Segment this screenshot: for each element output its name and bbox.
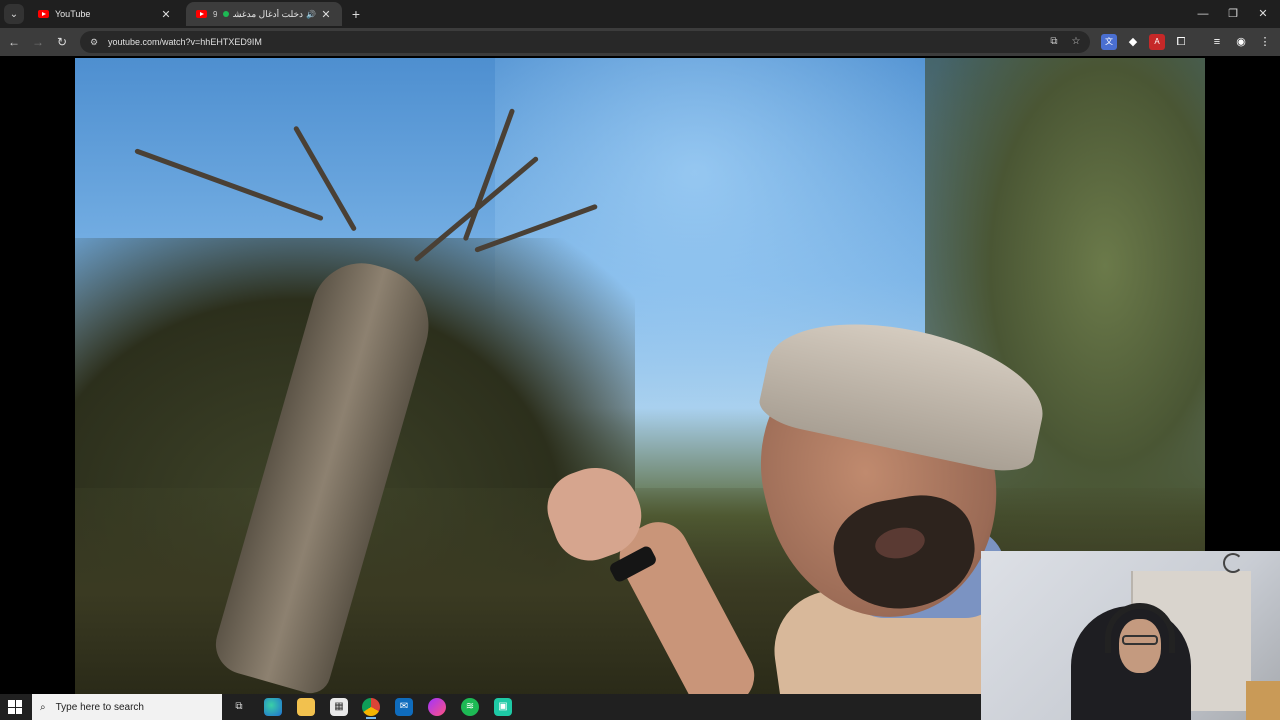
webcam-ceiling-lamp [1223, 553, 1243, 573]
messenger-icon[interactable] [428, 698, 446, 716]
recording-indicator-icon [223, 11, 230, 17]
close-window-button[interactable]: ✕ [1248, 4, 1278, 24]
plus-icon: + [351, 6, 361, 22]
file-explorer-icon[interactable] [297, 698, 315, 716]
reload-icon: ↻ [56, 35, 68, 49]
star-icon[interactable]: ☆ [1068, 34, 1084, 50]
new-tab-button[interactable]: + [346, 4, 366, 24]
restore-button[interactable]: ❐ [1218, 4, 1248, 24]
restore-icon: ❐ [1228, 8, 1238, 20]
audio-playing-icon[interactable]: 🔊 [306, 10, 316, 19]
chrome-icon[interactable] [362, 698, 380, 719]
windows-start-icon[interactable] [8, 700, 22, 714]
pdf-extension-icon[interactable]: A [1149, 34, 1165, 50]
search-icon: ⌕ [40, 701, 46, 713]
windows-taskbar: ⌕ Type here to search ⧉ ▦ ✉ ≋ ▣ [0, 694, 981, 720]
tab-title: دخلت أدغال مدغشقر [233, 8, 304, 19]
app-icon[interactable]: ▣ [494, 698, 512, 716]
webcam-overlay [981, 551, 1280, 720]
store-icon[interactable]: ▦ [330, 698, 348, 716]
chevron-down-icon: ⌄ [9, 8, 19, 20]
forward-button[interactable]: → [28, 32, 48, 52]
kebab-menu-icon[interactable]: ⋮ [1257, 34, 1273, 50]
install-app-icon[interactable]: ⧉ [1046, 34, 1062, 50]
task-view-icon[interactable]: ⧉ [230, 698, 248, 716]
diamond-extension-icon[interactable]: ◆ [1125, 34, 1141, 50]
arrow-right-icon: → [32, 35, 44, 49]
media-controls-icon[interactable]: ≡ [1209, 34, 1225, 50]
arrow-left-icon: ← [8, 35, 20, 49]
tab-search-button[interactable]: ⌄ [4, 4, 24, 24]
back-button[interactable]: ← [4, 32, 24, 52]
tree-branch [292, 125, 358, 232]
tree-branch [134, 148, 324, 222]
youtube-icon [196, 10, 207, 18]
minimize-button[interactable]: — [1188, 4, 1218, 24]
browser-toolbar: ← → ↻ ⚙ youtube.com/watch?v=hhEHTXED9IM … [0, 28, 1280, 56]
close-icon: ✕ [1258, 8, 1268, 20]
profile-icon[interactable]: ◉ [1233, 34, 1249, 50]
webcam-glasses [1122, 635, 1158, 645]
tab-youtube[interactable]: YouTube ✕ [28, 2, 182, 26]
translate-extension-icon[interactable]: 文 [1101, 34, 1117, 50]
puzzle-icon[interactable]: ⧠ [1173, 34, 1189, 50]
tab-video[interactable]: 9 دخلت أدغال مدغشقر 🔊 ✕ [186, 2, 342, 26]
tab-strip: ⌄ YouTube ✕ 9 دخلت أدغال مدغشقر 🔊 ✕ + — … [0, 0, 1280, 28]
webcam-picture-frame [1246, 681, 1280, 720]
url-text[interactable]: youtube.com/watch?v=hhEHTXED9IM [108, 37, 1046, 47]
edge-icon[interactable] [264, 698, 282, 716]
spotify-icon[interactable]: ≋ [461, 698, 479, 716]
minimize-icon: — [1197, 8, 1209, 20]
close-icon[interactable]: ✕ [160, 8, 172, 21]
reload-button[interactable]: ↻ [52, 32, 72, 52]
outlook-icon[interactable]: ✉ [395, 698, 413, 716]
close-icon[interactable]: ✕ [320, 8, 332, 21]
tab-title: YouTube [55, 9, 91, 19]
search-placeholder: Type here to search [55, 701, 144, 713]
address-bar[interactable]: ⚙ youtube.com/watch?v=hhEHTXED9IM ⧉ ☆ [80, 31, 1090, 53]
tune-icon[interactable]: ⚙ [88, 36, 100, 48]
youtube-icon [38, 10, 49, 18]
taskbar-search-box[interactable]: ⌕ Type here to search [32, 694, 222, 720]
tab-badge: 9 [213, 9, 218, 19]
